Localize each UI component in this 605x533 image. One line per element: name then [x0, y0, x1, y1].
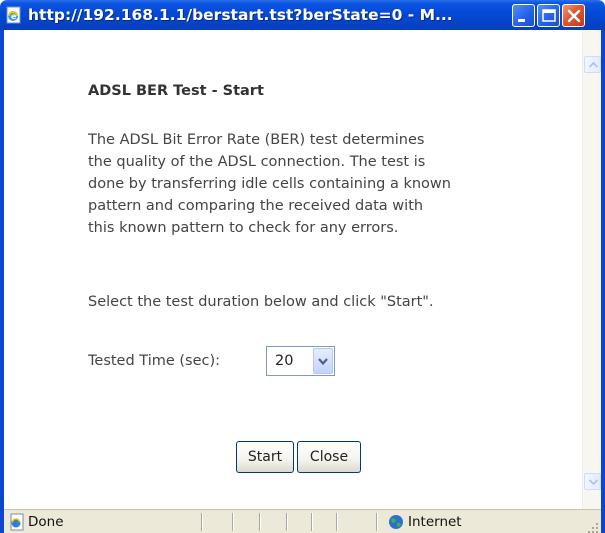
window-frame-right: [601, 30, 605, 533]
page-content: ADSL BER Test - Start The ADSL Bit Error…: [4, 30, 582, 509]
minimize-icon: [518, 19, 525, 22]
minimize-button[interactable]: [512, 4, 535, 27]
description-line: done by transferring idle cells containi…: [88, 176, 451, 192]
status-divider: [259, 513, 261, 531]
page-title: ADSL BER Test - Start: [88, 83, 264, 99]
status-divider: [311, 513, 313, 531]
instruction-text: Select the test duration below and click…: [88, 294, 434, 310]
ie-page-icon: [8, 513, 26, 531]
svg-text:e: e: [11, 12, 17, 21]
status-divider: [336, 513, 338, 531]
dropdown-button[interactable]: [313, 348, 333, 374]
resize-grip[interactable]: [587, 519, 599, 533]
maximize-icon: [542, 9, 556, 22]
chevron-down-icon: [588, 479, 599, 486]
description: The ADSL Bit Error Rate (BER) test deter…: [88, 129, 508, 239]
chevron-up-icon: [588, 61, 599, 68]
window-close-button[interactable]: [562, 4, 585, 27]
start-button[interactable]: Start: [236, 441, 294, 473]
popup-window: e http://192.168.1.1/berstart.tst?berSta…: [0, 0, 605, 533]
status-bar: Done Internet: [4, 509, 601, 533]
description-line: pattern and comparing the received data …: [88, 198, 424, 214]
security-zone-text: Internet: [408, 514, 462, 530]
description-line: this known pattern to check for any erro…: [88, 220, 399, 236]
maximize-button[interactable]: [537, 4, 560, 27]
status-divider: [376, 513, 378, 531]
close-icon: [567, 9, 581, 23]
close-button[interactable]: Close: [297, 441, 361, 473]
description-line: the quality of the ADSL connection. The …: [88, 154, 426, 170]
status-text: Done: [28, 514, 64, 530]
tested-time-select[interactable]: 20: [266, 346, 335, 376]
description-line: The ADSL Bit Error Rate (BER) test deter…: [88, 132, 425, 148]
chevron-down-icon: [318, 358, 328, 366]
vertical-scrollbar[interactable]: [582, 30, 601, 509]
scroll-up-button[interactable]: [584, 56, 601, 73]
tested-time-label: Tested Time (sec):: [88, 353, 221, 369]
status-divider: [286, 513, 288, 531]
title-bar[interactable]: e http://192.168.1.1/berstart.tst?berSta…: [0, 0, 605, 30]
status-divider: [201, 513, 203, 531]
scroll-down-button[interactable]: [584, 473, 601, 490]
globe-icon: [388, 514, 404, 530]
ie-page-icon: e: [5, 6, 23, 24]
status-divider: [232, 513, 234, 531]
tested-time-value: 20: [275, 353, 294, 369]
window-title: http://192.168.1.1/berstart.tst?berState…: [28, 6, 453, 24]
